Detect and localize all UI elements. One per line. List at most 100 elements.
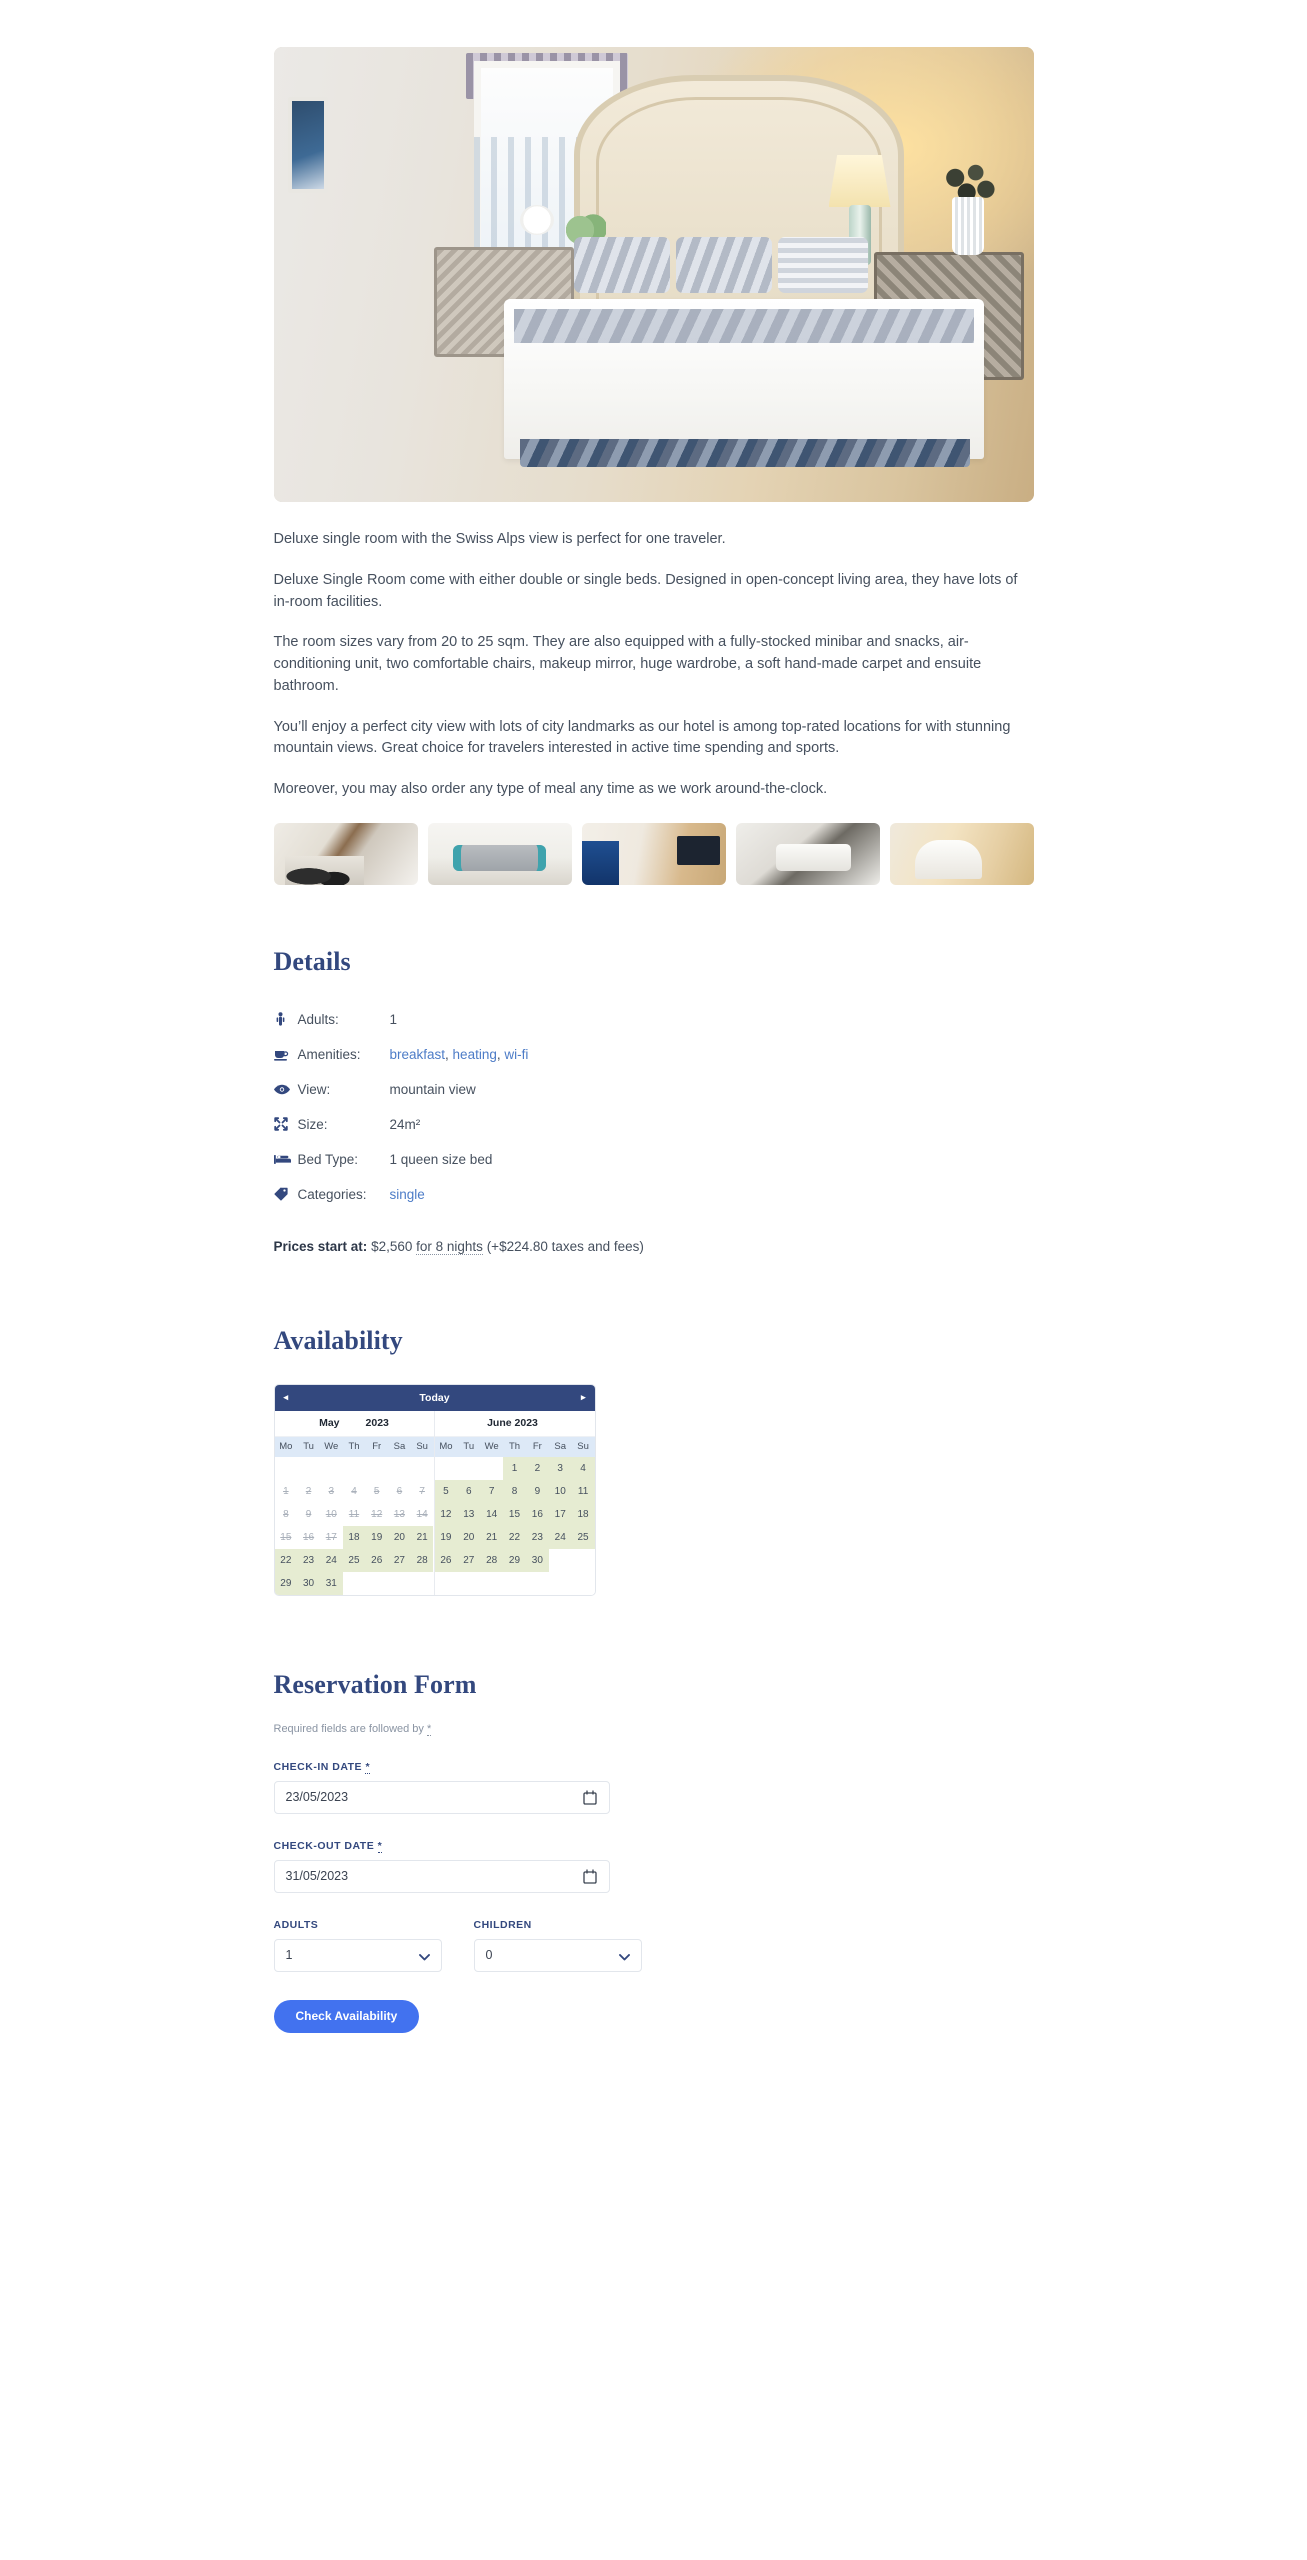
check-availability-button[interactable]: Check Availability xyxy=(273,1999,420,2033)
calendar-day-available[interactable]: 19 xyxy=(365,1525,389,1549)
children-selected-value: 0 xyxy=(485,1948,493,1963)
weekday-fr: Fr xyxy=(372,1441,382,1453)
pillow-decor xyxy=(675,237,772,293)
calendar-day-available[interactable]: 26 xyxy=(365,1548,389,1572)
calendar-picker-icon[interactable] xyxy=(582,1790,597,1808)
calendar-day-available[interactable]: 28 xyxy=(410,1548,434,1572)
calendar-prev-icon[interactable]: ◂ xyxy=(284,1393,289,1402)
amenity-link-breakfast[interactable]: breakfast xyxy=(390,1047,446,1062)
calendar-day-empty xyxy=(480,1456,504,1480)
calendar-day-available[interactable]: 24 xyxy=(548,1525,572,1549)
calendar-today-button[interactable]: Today xyxy=(419,1392,449,1404)
calendar-day-unavailable: 5 xyxy=(373,1485,380,1497)
amenity-link-heating[interactable]: heating xyxy=(453,1047,497,1062)
calendar-day-available[interactable]: 29 xyxy=(274,1571,298,1595)
calendar-day-available[interactable]: 14 xyxy=(480,1502,504,1526)
calendar-day-available[interactable]: 10 xyxy=(548,1479,572,1503)
calendar-day-available[interactable]: 12 xyxy=(434,1502,458,1526)
calendar-day-available[interactable]: 23 xyxy=(297,1548,320,1572)
calendar-day-available[interactable]: 2 xyxy=(525,1456,549,1480)
checkout-date-input[interactable]: 31/05/2023 xyxy=(273,1859,610,1893)
calendar-day-available[interactable]: 9 xyxy=(525,1479,549,1503)
amenity-link-wifi[interactable]: wi-fi xyxy=(504,1047,528,1062)
reservation-form-heading: Reservation Form xyxy=(273,1669,477,1699)
calendar-day-available[interactable]: 26 xyxy=(434,1548,458,1572)
calendar-day-available[interactable]: 18 xyxy=(571,1502,595,1526)
thumbnail-4[interactable] xyxy=(735,822,880,885)
expand-arrows-icon xyxy=(273,1117,298,1131)
calendar-day-empty xyxy=(410,1456,434,1480)
calendar-day-unavailable: 15 xyxy=(280,1531,292,1543)
weekday-tu: Tu xyxy=(463,1441,475,1453)
calendar-day-available[interactable]: 28 xyxy=(480,1548,504,1572)
adults-select[interactable]: 1 xyxy=(273,1938,442,1972)
thumbnail-2[interactable] xyxy=(427,822,572,885)
calendar-day-available[interactable]: 27 xyxy=(457,1548,481,1572)
bed-icon xyxy=(273,1153,298,1165)
checkin-date-input[interactable]: 23/05/2023 xyxy=(273,1780,610,1814)
detail-label-amenities: Amenities: xyxy=(297,1046,361,1062)
calendar-day-empty xyxy=(457,1571,481,1595)
category-link-single[interactable]: single xyxy=(390,1187,425,1202)
calendar-day-available[interactable]: 21 xyxy=(410,1525,434,1549)
calendar-day-available[interactable]: 25 xyxy=(342,1548,366,1572)
calendar-day-available[interactable]: 23 xyxy=(525,1525,549,1549)
calendar-day-available[interactable]: 31 xyxy=(319,1571,343,1595)
calendar-day-available[interactable]: 29 xyxy=(503,1548,526,1572)
thumbnail-5[interactable] xyxy=(889,822,1034,885)
calendar-next-icon[interactable]: ▸ xyxy=(581,1393,586,1402)
calendar-day-available[interactable]: 22 xyxy=(274,1548,298,1572)
calendar-months: May 2023 Mo Tu We Th Fr Sa Su 1234567 8 … xyxy=(274,1410,595,1595)
detail-label-adults: Adults: xyxy=(297,1011,339,1027)
detail-row-view: View: mountain view xyxy=(273,1077,1034,1102)
checkin-date-value: 23/05/2023 xyxy=(285,1790,349,1805)
calendar-picker-icon[interactable] xyxy=(582,1869,597,1887)
calendar-day-available[interactable]: 1 xyxy=(503,1456,526,1480)
calendar-day-available[interactable]: 24 xyxy=(319,1548,343,1572)
calendar-day-empty xyxy=(342,1571,366,1595)
calendar-day-available[interactable]: 3 xyxy=(548,1456,572,1480)
thumbnail-1[interactable] xyxy=(273,822,418,885)
calendar-day-available[interactable]: 16 xyxy=(525,1502,549,1526)
calendar-day-available[interactable]: 20 xyxy=(388,1525,411,1549)
room-description: Deluxe single room with the Swiss Alps v… xyxy=(274,502,1034,801)
availability-calendar: ◂ Today ▸ May 2023 Mo Tu We Th Fr Sa Su … xyxy=(273,1383,596,1596)
calendar-day-available[interactable]: 4 xyxy=(571,1456,595,1480)
calendar-day-available[interactable]: 30 xyxy=(297,1571,320,1595)
thumbnail-3[interactable] xyxy=(581,822,726,885)
weekday-tu: Tu xyxy=(303,1441,314,1453)
calendar-day-available[interactable]: 30 xyxy=(525,1548,549,1572)
detail-value-categories: single xyxy=(390,1187,425,1202)
calendar-day-empty xyxy=(410,1571,434,1595)
chevron-down-icon[interactable] xyxy=(618,1950,630,1964)
calendar-day-available[interactable]: 17 xyxy=(548,1502,572,1526)
weekday-we: We xyxy=(324,1441,339,1453)
calendar-day-available[interactable]: 13 xyxy=(457,1502,481,1526)
calendar-day-available[interactable]: 5 xyxy=(434,1479,458,1503)
adults-label: ADULTS xyxy=(273,1918,319,1931)
calendar-day-available[interactable]: 20 xyxy=(457,1525,481,1549)
calendar-day-available[interactable]: 15 xyxy=(503,1502,526,1526)
calendar-day-available[interactable]: 21 xyxy=(480,1525,504,1549)
pillow-decor xyxy=(777,237,868,293)
calendar-day-available[interactable]: 22 xyxy=(503,1525,526,1549)
calendar-day-available[interactable]: 18 xyxy=(342,1525,366,1549)
eye-icon xyxy=(273,1084,298,1095)
chevron-down-icon[interactable] xyxy=(418,1950,430,1964)
room-hero-image[interactable] xyxy=(273,47,1034,502)
calendar-month-title-june: June 2023 xyxy=(434,1410,595,1437)
bed-runner-decor xyxy=(513,309,974,343)
price-label: Prices start at: xyxy=(273,1238,368,1254)
calendar-day-available[interactable]: 25 xyxy=(571,1525,595,1549)
calendar-day-available[interactable]: 6 xyxy=(457,1479,481,1503)
calendar-day-available[interactable]: 7 xyxy=(480,1479,504,1503)
children-field-group: CHILDREN 0 xyxy=(473,1893,642,1972)
children-select[interactable]: 0 xyxy=(473,1938,642,1972)
calendar-day-available[interactable]: 27 xyxy=(388,1548,411,1572)
calendar-day-available[interactable]: 19 xyxy=(434,1525,458,1549)
price-amount: $2,560 xyxy=(371,1238,413,1254)
calendar-day-available[interactable]: 8 xyxy=(503,1479,526,1503)
calendar-weekday-header: Mo Tu We Th Fr Sa Su xyxy=(434,1436,595,1457)
calendar-day-available[interactable]: 11 xyxy=(571,1479,595,1503)
adults-selected-value: 1 xyxy=(285,1948,293,1963)
